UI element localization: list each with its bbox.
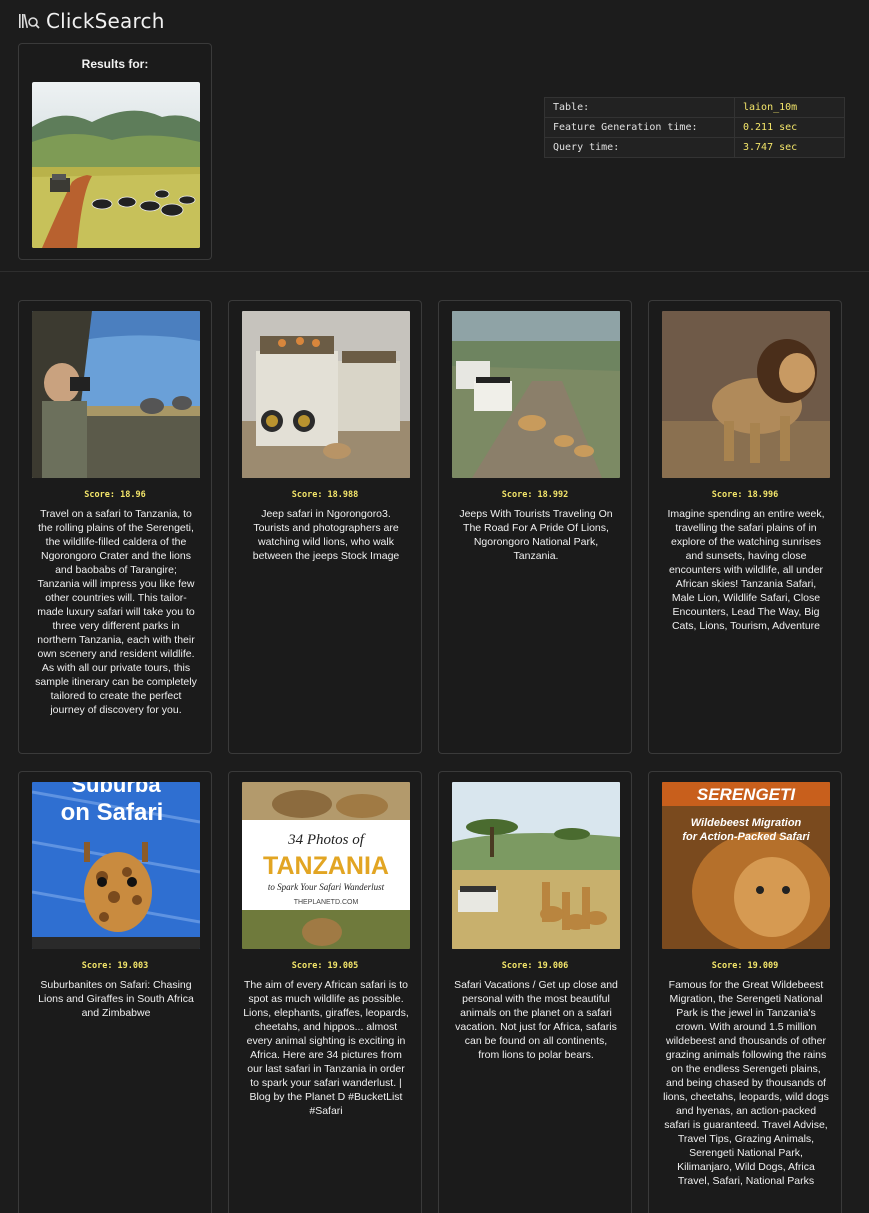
- result-card[interactable]: SERENGETI Wildebeest Migration for Actio…: [648, 771, 842, 1213]
- query-title: Results for:: [81, 57, 149, 71]
- result-image[interactable]: [452, 311, 620, 478]
- result-score: Score: 19.003: [81, 961, 149, 971]
- result-caption: Jeeps With Tourists Traveling On The Roa…: [459, 508, 613, 562]
- result-image[interactable]: 34 Photos of TANZANIA to Spark Your Safa…: [242, 782, 410, 949]
- result-card[interactable]: Score: 18.96 Travel on a safari to Tanza…: [18, 300, 212, 754]
- result-card[interactable]: Score: 18.988 Jeep safari in Ngorongoro3…: [228, 300, 422, 754]
- app-header: ClickSearch: [18, 8, 165, 34]
- image-text: Suburba: [71, 782, 161, 797]
- result-caption: Imagine spending an entire week, travell…: [667, 508, 825, 632]
- section-divider: [0, 271, 869, 272]
- result-score: Score: 19.009: [711, 961, 779, 971]
- result-image[interactable]: [662, 311, 830, 478]
- stats-row-query-time: Query time: 3.747 sec: [544, 137, 845, 158]
- stats-key: Query time:: [544, 137, 735, 158]
- result-card[interactable]: Score: 19.006 Safari Vacations / Get up …: [438, 771, 632, 1213]
- result-image[interactable]: Suburba on Safari: [32, 782, 200, 949]
- image-text: on Safari: [61, 799, 164, 826]
- stats-key: Feature Generation time:: [544, 117, 735, 138]
- result-caption: Travel on a safari to Tanzania, to the r…: [35, 508, 197, 716]
- image-text: SERENGETI: [697, 785, 797, 804]
- result-card[interactable]: Score: 18.996 Imagine spending an entire…: [648, 300, 842, 754]
- result-caption: The aim of every African safari is to sp…: [243, 979, 409, 1117]
- result-image[interactable]: [452, 782, 620, 949]
- result-image[interactable]: [32, 311, 200, 478]
- result-caption: Jeep safari in Ngorongoro3. Tourists and…: [252, 508, 400, 562]
- library-search-icon: [18, 11, 40, 31]
- stats-row-feature-time: Feature Generation time: 0.211 sec: [544, 117, 845, 138]
- result-score: Score: 19.006: [501, 961, 569, 971]
- result-score: Score: 18.996: [711, 490, 779, 500]
- result-caption: Safari Vacations / Get up close and pers…: [454, 979, 618, 1061]
- image-text: THEPLANETD.COM: [294, 899, 359, 906]
- image-text: Wildebeest Migration: [691, 817, 802, 829]
- brand-name[interactable]: ClickSearch: [46, 9, 165, 33]
- result-card[interactable]: Score: 18.992 Jeeps With Tourists Travel…: [438, 300, 632, 754]
- result-caption: Famous for the Great Wildebeest Migratio…: [663, 979, 829, 1187]
- result-card[interactable]: Suburba on Safari Score: 19.003 Suburban…: [18, 771, 212, 1213]
- stats-value: 0.211 sec: [734, 117, 845, 138]
- result-score: Score: 18.96: [84, 490, 146, 500]
- stats-value: 3.747 sec: [734, 137, 845, 158]
- stats-table: Table: laion_10m Feature Generation time…: [544, 97, 845, 158]
- result-score: Score: 18.988: [291, 490, 359, 500]
- image-text: to Spark Your Safari Wanderlust: [268, 882, 385, 892]
- result-score: Score: 19.005: [291, 961, 359, 971]
- image-text: 34 Photos of: [287, 832, 366, 848]
- result-caption: Suburbanites on Safari: Chasing Lions an…: [38, 979, 194, 1019]
- result-card[interactable]: 34 Photos of TANZANIA to Spark Your Safa…: [228, 771, 422, 1213]
- stats-value: laion_10m: [734, 97, 845, 118]
- result-image[interactable]: SERENGETI Wildebeest Migration for Actio…: [662, 782, 830, 949]
- query-image[interactable]: [32, 82, 200, 248]
- stats-key: Table:: [544, 97, 735, 118]
- query-panel: Results for:: [18, 43, 212, 260]
- result-image[interactable]: [242, 311, 410, 478]
- result-score: Score: 18.992: [501, 490, 569, 500]
- image-text: for Action-Packed Safari: [682, 831, 810, 843]
- image-text: TANZANIA: [263, 852, 389, 880]
- stats-row-table: Table: laion_10m: [544, 97, 845, 118]
